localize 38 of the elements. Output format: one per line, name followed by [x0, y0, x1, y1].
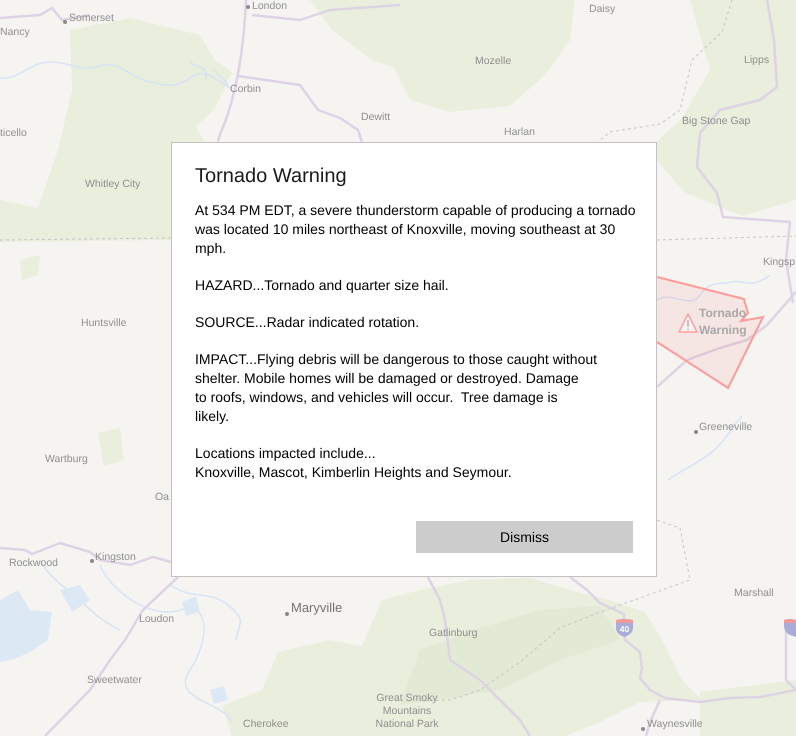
place-label: Oa: [155, 491, 170, 503]
place-label: Lipps: [744, 54, 770, 66]
place-label: London: [252, 0, 288, 12]
place-label: Wartburg: [45, 453, 88, 465]
dismiss-button[interactable]: Dismiss: [416, 521, 633, 553]
place-label: Harlan: [504, 126, 535, 138]
place-label: ticello: [0, 127, 27, 139]
highway-shield-icon: [784, 618, 796, 637]
place-label: Corbin: [230, 83, 261, 95]
place-label: Daisy: [589, 3, 616, 15]
place-label: Whitley City: [85, 178, 140, 190]
place-label: Greeneville: [699, 421, 752, 433]
dialog-title: Tornado Warning: [195, 164, 348, 189]
highway-shield: 40: [615, 618, 634, 637]
place-label: Big Stone Gap: [682, 115, 750, 127]
place-label: Rockwood: [9, 557, 58, 569]
warning-icon: [678, 313, 698, 333]
message-paragraph: SOURCE...Radar indicated rotation.: [195, 313, 420, 332]
place-label: Waynesville: [647, 718, 703, 730]
message-paragraph: At 534 PM EDT, a severe thunderstorm capable of producing a tornado was located 10 miles northeast of Knoxville, moving southeast at 30 mph.: [195, 201, 636, 258]
place-label: Nancy: [0, 26, 30, 38]
message-paragraph: IMPACT...Flying debris will be dangerous to those caught without shelter. Mobile homes will be damaged or destroyed. Damage to roofs, windows, and vehicles will occur. Tree damage is likely.: [195, 350, 598, 426]
place-label: Mozelle: [475, 55, 512, 67]
place-label: Sweetwater: [87, 674, 142, 686]
place-label: Great Smoky Mountains National Park: [375, 692, 439, 731]
place-label: Somerset: [69, 12, 114, 24]
place-label: Marshall: [734, 587, 774, 599]
place-label: Huntsville: [81, 317, 127, 329]
place-label: Gatlinburg: [429, 627, 478, 639]
place-label: Cherokee: [243, 718, 289, 730]
place-label: Kingsp: [763, 256, 796, 268]
message-paragraph: Locations impacted include... Knoxville, Mascot, Kimberlin Heights and Seymour.: [195, 444, 513, 482]
message-paragraph: HAZARD...Tornado and quarter size hail.: [195, 276, 450, 295]
place-label: Maryville: [291, 600, 342, 615]
warning-area-label: Tornado Warning: [699, 305, 748, 339]
place-label: Loudon: [139, 613, 174, 625]
place-label: Kingston: [95, 551, 136, 563]
place-label: Dewitt: [361, 111, 390, 123]
